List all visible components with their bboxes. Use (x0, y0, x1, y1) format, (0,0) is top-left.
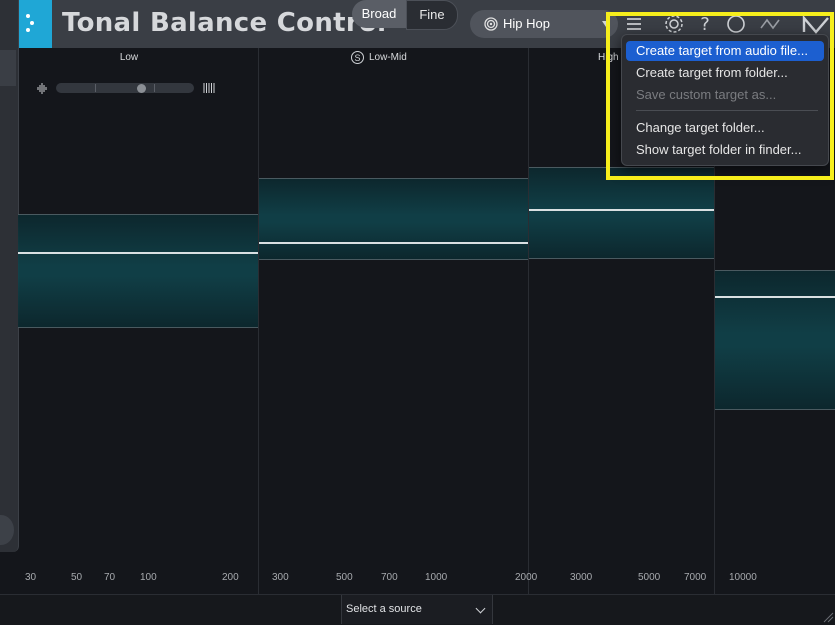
freq-tick: 5000 (638, 572, 661, 583)
freq-tick: 100 (140, 572, 157, 583)
freq-tick: 70 (104, 572, 116, 583)
freq-tick: 10000 (729, 572, 757, 583)
freq-tick: 300 (272, 572, 289, 583)
freq-tick: 500 (336, 572, 353, 583)
preset-label: Hip Hop (503, 16, 550, 31)
resize-handle-icon[interactable] (822, 611, 834, 623)
slider-tick (95, 84, 96, 92)
freq-tick: 50 (71, 572, 83, 583)
broad-toggle[interactable]: Broad (352, 0, 406, 28)
freq-tick: 1000 (425, 572, 448, 583)
target-icon (484, 17, 498, 31)
band-divider (258, 48, 259, 594)
freq-tick: 7000 (684, 572, 707, 583)
band-divider (528, 48, 529, 594)
fine-toggle[interactable]: Fine (406, 0, 458, 30)
waveform-wide-icon (203, 83, 215, 93)
target-range-high (715, 270, 835, 410)
band-label-low: Low (119, 52, 139, 63)
source-select-label: Select a source (346, 603, 422, 615)
freq-tick: 700 (381, 572, 398, 583)
freq-tick: 2000 (515, 572, 538, 583)
slider-tick (154, 84, 155, 92)
side-panel-header (0, 50, 16, 86)
waveform-narrow-icon (37, 83, 47, 94)
solo-badge[interactable]: S (351, 51, 364, 64)
band-label-low-mid: Low-Mid (369, 52, 407, 63)
target-range-low (18, 214, 258, 328)
current-level-low-mid (259, 242, 528, 244)
target-range-high-mid (529, 167, 714, 259)
current-level-low (18, 252, 258, 254)
target-preset-dropdown[interactable]: Hip Hop (470, 10, 618, 38)
annotation-highlight-box (606, 12, 834, 180)
current-level-high-mid (529, 209, 714, 211)
app-title: Tonal Balance Control (62, 8, 387, 38)
freq-tick: 200 (222, 572, 239, 583)
source-select-dropdown[interactable]: Select a source (341, 595, 493, 624)
crest-factor-slider[interactable] (56, 83, 194, 93)
chevron-down-icon (475, 603, 486, 614)
freq-tick: 30 (25, 572, 37, 583)
freq-tick: 3000 (570, 572, 593, 583)
slider-thumb[interactable] (137, 84, 146, 93)
target-range-low-mid (259, 178, 528, 260)
current-level-high (715, 296, 835, 298)
